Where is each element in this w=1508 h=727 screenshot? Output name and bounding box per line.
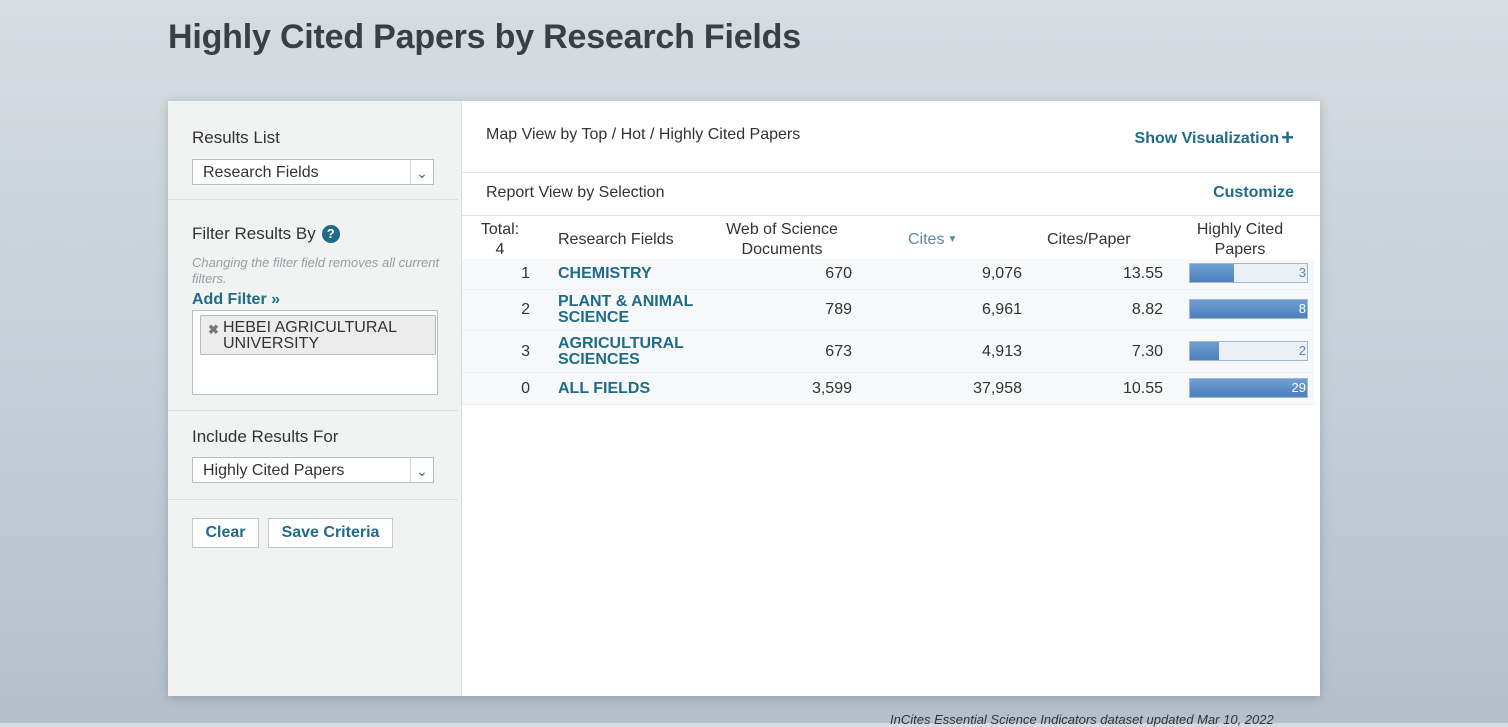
row-rank: 1 xyxy=(521,265,530,282)
row-rank: 0 xyxy=(521,379,530,397)
include-section: Include Results For Highly Cited Papers … xyxy=(168,411,458,500)
meter-label: 8 xyxy=(1298,301,1306,316)
results-panel: Results List Research Fields ⌄ Filter Re… xyxy=(168,101,1320,696)
row-rank: 2 xyxy=(521,301,530,318)
help-icon[interactable]: ? xyxy=(321,225,340,243)
map-view-title: Map View by Top / Hot / Highly Cited Pap… xyxy=(486,126,801,143)
customize-link[interactable]: Customize xyxy=(1213,184,1294,202)
chevron-down-icon[interactable]: ⌄ xyxy=(410,160,433,184)
filter-chip-label: HEBEI AGRICULTURAL UNIVERSITY xyxy=(223,319,397,352)
research-field-link[interactable]: PLANT & ANIMAL SCIENCE xyxy=(558,294,708,326)
meter-label: 29 xyxy=(1291,379,1306,395)
row-cites: 37,958 xyxy=(973,379,1022,397)
meter-label: 3 xyxy=(1298,265,1306,280)
meter-fill xyxy=(1190,300,1307,318)
row-cites-per-paper: 13.55 xyxy=(1122,265,1163,282)
research-field-link[interactable]: CHEMISTRY xyxy=(558,266,708,282)
sort-down-icon[interactable]: ▼ xyxy=(947,234,957,245)
total-value: 4 xyxy=(495,241,505,258)
row-cites-per-paper: 10.55 xyxy=(1122,379,1163,397)
row-cites-per-paper: 8.82 xyxy=(1131,301,1163,318)
row-documents: 3,599 xyxy=(811,379,852,397)
sidebar: Results List Research Fields ⌄ Filter Re… xyxy=(168,101,462,696)
report-view-title: Report View by Selection xyxy=(486,184,665,201)
page-title: Highly Cited Papers by Research Fields xyxy=(168,18,801,56)
total-label: Total: xyxy=(480,221,520,238)
cites-header-label: Cites xyxy=(908,231,945,248)
show-visualization-link[interactable]: Show Visualization+ xyxy=(1135,125,1294,151)
highly-cited-meter[interactable]: 2 xyxy=(1189,340,1308,361)
highly-cited-meter[interactable]: 29 xyxy=(1189,377,1308,398)
plus-icon[interactable]: + xyxy=(1281,125,1294,150)
save-criteria-button[interactable]: Save Criteria xyxy=(268,518,393,548)
filter-label: Filter Results By? xyxy=(192,224,340,244)
filter-label-text: Filter Results By xyxy=(192,224,316,243)
wos-documents-header[interactable]: Web of Science Documents xyxy=(712,220,852,260)
add-filter-link[interactable]: Add Filter » xyxy=(192,291,280,309)
cites-header[interactable]: Cites ▼ xyxy=(908,230,957,250)
results-list-select[interactable]: Research Fields ⌄ xyxy=(192,159,434,185)
filter-section: Filter Results By? Changing the filter f… xyxy=(168,200,458,411)
research-field-link[interactable]: ALL FIELDS xyxy=(558,380,708,397)
meter-fill xyxy=(1190,378,1307,397)
row-cites: 6,961 xyxy=(981,301,1022,318)
row-cites-per-paper: 7.30 xyxy=(1131,342,1163,360)
chevron-down-icon[interactable]: ⌄ xyxy=(410,458,433,482)
table-row: 2 PLANT & ANIMAL SCIENCE 789 6,961 8.82 8 xyxy=(462,290,1314,331)
include-select[interactable]: Highly Cited Papers ⌄ xyxy=(192,457,434,483)
row-cites: 9,076 xyxy=(981,265,1022,282)
include-value: Highly Cited Papers xyxy=(203,462,345,479)
filter-box: ✖ HEBEI AGRICULTURAL UNIVERSITY xyxy=(192,310,438,395)
highly-cited-meter[interactable]: 3 xyxy=(1189,263,1308,283)
research-fields-header[interactable]: Research Fields xyxy=(558,230,674,250)
row-cites: 4,913 xyxy=(981,342,1022,360)
filter-chip[interactable]: ✖ HEBEI AGRICULTURAL UNIVERSITY xyxy=(200,315,436,355)
cites-per-paper-header[interactable]: Cites/Paper xyxy=(1047,230,1131,250)
meter-fill xyxy=(1190,341,1220,360)
meter-fill xyxy=(1190,264,1235,282)
row-rank: 3 xyxy=(521,342,530,360)
footer-note: InCites Essential Science Indicators dat… xyxy=(890,712,1274,727)
results-list-section: Results List Research Fields ⌄ xyxy=(168,101,458,200)
include-label: Include Results For xyxy=(192,427,339,446)
research-field-link[interactable]: AGRICULTURAL SCIENCES xyxy=(558,335,708,368)
main-content: Map View by Top / Hot / Highly Cited Pap… xyxy=(462,101,1320,696)
meter-label: 2 xyxy=(1298,342,1306,358)
row-documents: 670 xyxy=(825,265,852,282)
report-view-bar: Report View by Selection Customize xyxy=(462,173,1320,216)
table-row: 3 AGRICULTURAL SCIENCES 673 4,913 7.30 2 xyxy=(462,331,1314,373)
show-visualization-label: Show Visualization xyxy=(1134,130,1280,147)
row-documents: 673 xyxy=(825,342,852,360)
row-documents: 789 xyxy=(825,301,852,318)
clear-button[interactable]: Clear xyxy=(192,518,259,548)
results-list-value: Research Fields xyxy=(203,164,319,181)
remove-icon[interactable]: ✖ xyxy=(208,322,219,338)
results-list-label: Results List xyxy=(192,128,280,147)
total-header: Total: 4 xyxy=(476,220,524,260)
table-row: 0 ALL FIELDS 3,599 37,958 10.55 29 xyxy=(462,373,1314,405)
map-view-bar: Map View by Top / Hot / Highly Cited Pap… xyxy=(462,101,1320,173)
highly-cited-papers-header[interactable]: Highly Cited Papers xyxy=(1180,220,1300,260)
filter-hint: Changing the filter field removes all cu… xyxy=(192,255,440,286)
highly-cited-meter[interactable]: 8 xyxy=(1189,299,1308,319)
table-row: 1 CHEMISTRY 670 9,076 13.55 3 xyxy=(462,259,1314,290)
